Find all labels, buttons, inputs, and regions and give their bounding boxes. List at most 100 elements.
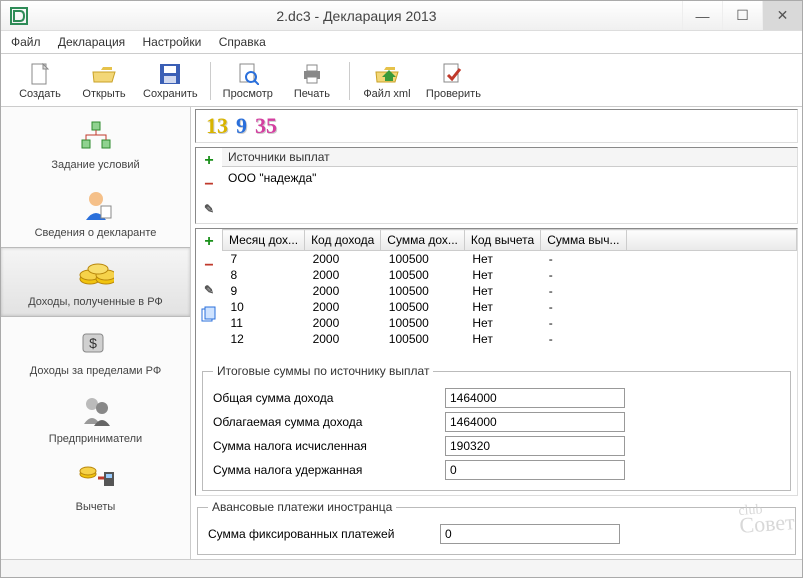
table-cell: Нет (464, 283, 540, 299)
rate-35[interactable]: 35 (255, 113, 277, 139)
save-button[interactable]: Сохранить (137, 60, 204, 102)
nav-income-rf[interactable]: Доходы, полученные в РФ (1, 247, 190, 317)
main-pane: 13 9 35 + − ✎ Источники выплат ООО "наде… (191, 107, 802, 559)
toolbar-label: Проверить (426, 88, 481, 100)
remove-source-button[interactable]: − (200, 176, 218, 194)
deductions-icon (78, 461, 114, 497)
income-buttons: + − ✎ (196, 229, 222, 327)
toolbar-separator (349, 62, 350, 100)
table-cell: 2000 (305, 251, 381, 268)
income-table-wrap[interactable]: Месяц дох... Код дохода Сумма дох... Код… (222, 229, 797, 347)
preview-button[interactable]: Просмотр (217, 60, 279, 102)
table-cell: 10 (223, 299, 305, 315)
col-dsum[interactable]: Сумма выч... (541, 230, 626, 251)
table-cell: Нет (464, 251, 540, 268)
table-cell: 100500 (381, 283, 465, 299)
preview-icon (236, 62, 260, 86)
menu-settings[interactable]: Настройки (143, 35, 202, 49)
menu-declaration[interactable]: Декларация (58, 35, 125, 49)
sources-list[interactable]: ООО "надежда" (222, 167, 797, 223)
declarant-icon (78, 187, 114, 223)
toolbar-label: Просмотр (223, 88, 273, 100)
nav-deductions[interactable]: Вычеты (1, 453, 190, 521)
menubar: Файл Декларация Настройки Справка (1, 31, 802, 54)
maximize-button[interactable]: ☐ (722, 1, 762, 30)
edit-income-button[interactable]: ✎ (200, 281, 218, 299)
nav-declarant[interactable]: Сведения о декларанте (1, 179, 190, 247)
table-cell: 2000 (305, 267, 381, 283)
nav-label: Доходы, полученные в РФ (28, 296, 163, 308)
table-cell: Нет (464, 331, 540, 347)
table-cell: 8 (223, 267, 305, 283)
taxable-income-label: Облагаемая сумма дохода (213, 415, 433, 429)
table-cell: 12 (223, 331, 305, 347)
table-cell: 2000 (305, 315, 381, 331)
open-button[interactable]: Открыть (73, 60, 135, 102)
menu-help[interactable]: Справка (219, 35, 266, 49)
minimize-button[interactable]: — (682, 1, 722, 30)
table-row[interactable]: 82000100500Нет- (223, 267, 797, 283)
income-table: Месяц дох... Код дохода Сумма дох... Код… (222, 229, 797, 347)
nav-label: Сведения о декларанте (35, 227, 157, 239)
source-item[interactable]: ООО "надежда" (228, 171, 791, 185)
remove-income-button[interactable]: − (200, 257, 218, 275)
col-month[interactable]: Месяц дох... (223, 230, 305, 251)
tax-withheld-input[interactable] (445, 460, 625, 480)
advance-legend: Авансовые платежи иностранца (208, 500, 396, 514)
nav-entrepreneurs[interactable]: Предприниматели (1, 385, 190, 453)
xml-button[interactable]: Файл xml (356, 60, 418, 102)
table-cell: Нет (464, 315, 540, 331)
rate-13[interactable]: 13 (206, 113, 228, 139)
create-button[interactable]: Создать (9, 60, 71, 102)
body: Задание условий Сведения о декларанте До… (1, 107, 802, 559)
nav-label: Задание условий (51, 159, 139, 171)
col-sum[interactable]: Сумма дох... (381, 230, 465, 251)
tax-calc-input[interactable] (445, 436, 625, 456)
table-cell: 7 (223, 251, 305, 268)
table-cell: - (541, 331, 626, 347)
col-code[interactable]: Код дохода (305, 230, 381, 251)
table-cell: 100500 (381, 299, 465, 315)
toolbar-label: Открыть (82, 88, 125, 100)
close-button[interactable]: ✕ (762, 1, 802, 30)
tax-rate-bar: 13 9 35 (195, 109, 798, 143)
table-cell: 100500 (381, 315, 465, 331)
table-row[interactable]: 92000100500Нет- (223, 283, 797, 299)
fixed-payments-input[interactable] (440, 524, 620, 544)
col-dcode[interactable]: Код вычета (464, 230, 540, 251)
toolbar-label: Создать (19, 88, 61, 100)
check-button[interactable]: Проверить (420, 60, 487, 102)
table-cell: 9 (223, 283, 305, 299)
tax-withheld-label: Сумма налога удержанная (213, 463, 433, 477)
sources-buttons: + − ✎ (196, 148, 222, 222)
taxable-income-input[interactable] (445, 412, 625, 432)
table-row[interactable]: 112000100500Нет- (223, 315, 797, 331)
table-cell: - (541, 283, 626, 299)
app-window: 2.dc3 - Декларация 2013 — ☐ ✕ Файл Декла… (0, 0, 803, 578)
entrepreneurs-icon (78, 393, 114, 429)
new-file-icon (28, 62, 52, 86)
rate-9[interactable]: 9 (236, 113, 247, 139)
nav-label: Доходы за пределами РФ (30, 365, 161, 377)
total-income-input[interactable] (445, 388, 625, 408)
add-source-button[interactable]: + (200, 152, 218, 170)
table-row[interactable]: 122000100500Нет- (223, 331, 797, 347)
table-row[interactable]: 102000100500Нет- (223, 299, 797, 315)
window-controls: — ☐ ✕ (682, 1, 802, 30)
copy-income-button[interactable] (200, 305, 218, 323)
nav-conditions[interactable]: Задание условий (1, 111, 190, 179)
print-icon (300, 62, 324, 86)
menu-file[interactable]: Файл (11, 35, 41, 49)
add-income-button[interactable]: + (200, 233, 218, 251)
toolbar: Создать Открыть Сохранить Просмотр Печат… (1, 54, 802, 107)
titlebar: 2.dc3 - Декларация 2013 — ☐ ✕ (1, 1, 802, 31)
table-cell: - (541, 251, 626, 268)
edit-source-button[interactable]: ✎ (200, 200, 218, 218)
print-button[interactable]: Печать (281, 60, 343, 102)
table-row[interactable]: 72000100500Нет- (223, 251, 797, 268)
nav-income-abroad[interactable]: $ Доходы за пределами РФ (1, 317, 190, 385)
svg-text:$: $ (89, 335, 97, 351)
tax-calc-label: Сумма налога исчисленная (213, 439, 433, 453)
table-cell: - (541, 315, 626, 331)
income-abroad-icon: $ (78, 325, 114, 361)
